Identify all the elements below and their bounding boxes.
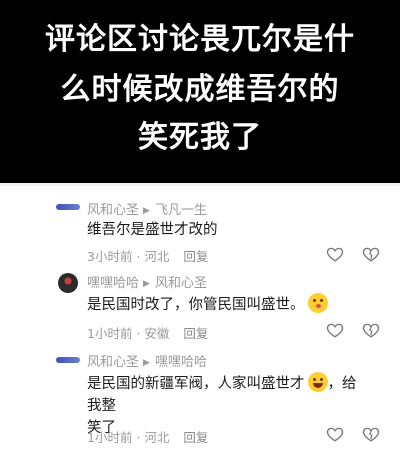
time-location: 1小时前 · 河北 xyxy=(87,430,170,445)
reply-arrow-icon: ▶ xyxy=(143,206,150,216)
author-name[interactable]: 风和心圣 xyxy=(87,203,139,218)
avatar[interactable] xyxy=(58,273,78,293)
reply-to-name[interactable]: 风和心圣 xyxy=(155,276,207,291)
broken-heart-icon[interactable] xyxy=(362,425,380,443)
broken-heart-icon[interactable] xyxy=(362,321,380,339)
author-name[interactable]: 风和心圣 xyxy=(87,355,139,370)
comment-text: 维吾尔是盛世才改的 xyxy=(87,222,218,238)
title-banner: 评论区讨论畏兀尔是什 么时候改成维吾尔的 笑死我了 xyxy=(0,0,400,183)
reply-to-name[interactable]: 嘿嘿哈哈 xyxy=(155,355,207,370)
reply-button[interactable]: 回复 xyxy=(183,249,208,264)
kissing-face-icon xyxy=(307,293,328,313)
author-name[interactable]: 嘿嘿哈哈 xyxy=(87,276,139,291)
comment-meta: 1小时前 · 河北 回复 xyxy=(87,427,208,446)
comment-list: 风和心圣 ▶ 飞凡一生 维吾尔是盛世才改的 3小时前 · 河北 回复 嘿嘿哈哈 ▶ 风和心… xyxy=(0,183,400,475)
banner-line-2: 么时候改成维吾尔的 xyxy=(60,72,340,107)
time-location: 3小时前 · 河北 xyxy=(87,249,170,264)
reply-to-name[interactable]: 飞凡一生 xyxy=(155,203,207,218)
reply-arrow-icon: ▶ xyxy=(143,358,150,368)
comment-text: 是民国时改了，你管民国叫盛世。 xyxy=(87,293,362,316)
banner-line-3: 笑死我了 xyxy=(138,120,262,155)
banner-line-1: 评论区讨论畏兀尔是什 xyxy=(45,22,355,57)
reply-arrow-icon: ▶ xyxy=(143,279,150,289)
laughing-tears-icon xyxy=(307,372,328,392)
comment-header: 嘿嘿哈哈 ▶ 风和心圣 xyxy=(87,272,207,291)
avatar[interactable] xyxy=(56,204,80,210)
reply-button[interactable]: 回复 xyxy=(183,326,208,341)
reply-button[interactable]: 回复 xyxy=(183,430,208,445)
heart-outline-icon[interactable] xyxy=(326,245,344,263)
comment-header: 风和心圣 ▶ 嘿嘿哈哈 xyxy=(87,351,207,370)
comment-meta: 1小时前 · 安徽 回复 xyxy=(87,323,208,342)
heart-outline-icon[interactable] xyxy=(326,321,344,339)
comment-header: 风和心圣 ▶ 飞凡一生 xyxy=(87,199,207,218)
avatar[interactable] xyxy=(56,357,80,363)
time-location: 1小时前 · 安徽 xyxy=(87,326,170,341)
broken-heart-icon[interactable] xyxy=(362,245,380,263)
heart-outline-icon[interactable] xyxy=(326,425,344,443)
comment-meta: 3小时前 · 河北 回复 xyxy=(87,246,208,265)
